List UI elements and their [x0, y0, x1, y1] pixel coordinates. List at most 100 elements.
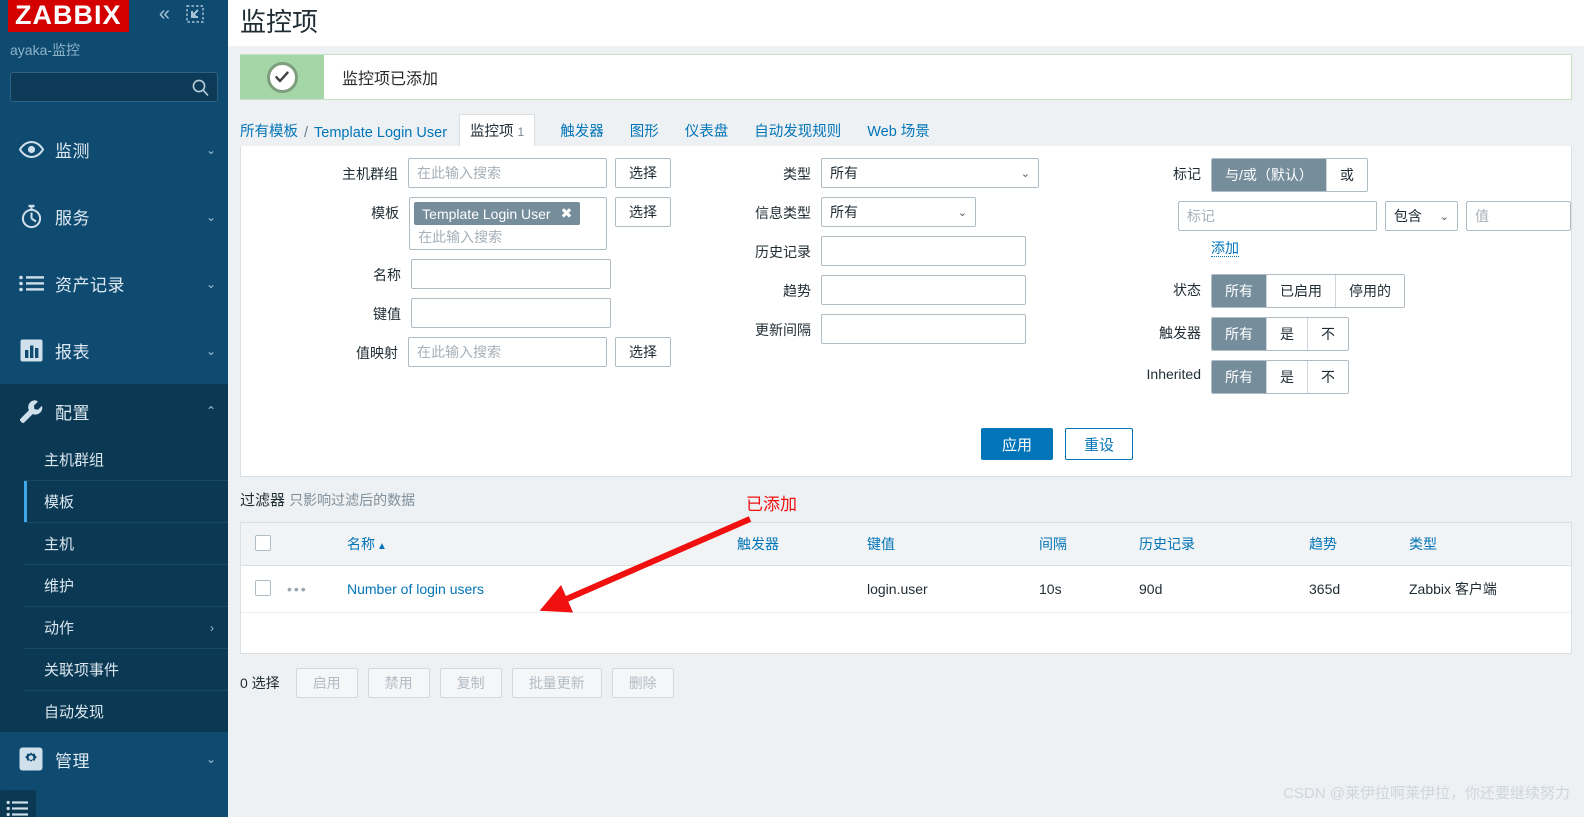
item-name-link[interactable]: Number of login users	[347, 581, 484, 597]
sidebar-item-label: 配置	[55, 403, 90, 423]
tag-condition-select[interactable]: 包含 ⌄	[1384, 201, 1458, 231]
trends-input[interactable]	[821, 275, 1026, 305]
column-name[interactable]: 名称 ▲	[347, 523, 737, 566]
chevron-double-left-icon[interactable]: «	[159, 4, 170, 24]
tab-dashboards[interactable]: 仪表盘	[672, 115, 742, 146]
triggers-option-yes[interactable]: 是	[1266, 318, 1307, 350]
message-text: 监控项已添加	[342, 71, 439, 88]
sidebar-subitem-hosts[interactable]: 主机	[24, 522, 228, 564]
key-input[interactable]	[411, 298, 611, 328]
disable-button[interactable]: 禁用	[367, 668, 430, 698]
tab-triggers[interactable]: 触发器	[547, 115, 617, 146]
mass-update-button[interactable]: 批量更新	[511, 668, 602, 698]
chevron-right-icon: ›	[210, 620, 214, 635]
breadcrumb-tabs: 所有模板 / Template Login User 监控项 1 触发器 图形 仪…	[228, 100, 1584, 147]
selected-count-label: 0 选择	[240, 675, 280, 691]
state-option-all[interactable]: 所有	[1212, 275, 1266, 307]
inherited-option-yes[interactable]: 是	[1266, 361, 1307, 393]
sidebar-header: ZABBIX «	[0, 0, 228, 38]
sidebar-subitem-actions[interactable]: 动作 ›	[24, 606, 228, 648]
inherited-group[interactable]: 所有 是 不	[1211, 360, 1349, 394]
triggers-option-no[interactable]: 不	[1307, 318, 1348, 350]
copy-button[interactable]: 复制	[439, 668, 502, 698]
search-input[interactable]	[11, 73, 217, 101]
info-type-select-value: 所有	[830, 204, 858, 220]
tab-discovery-rules[interactable]: 自动发现规则	[741, 115, 854, 146]
filter-column-left: 主机群组 选择 模板 Template Login User ✖ 选择	[241, 158, 671, 376]
sidebar-item-reports[interactable]: 报表 ⌄	[0, 317, 228, 384]
filter-note-rest: 只影响过滤后的数据	[289, 492, 416, 508]
state-option-disabled[interactable]: 停用的	[1335, 275, 1404, 307]
column-name-label: 名称	[347, 536, 375, 552]
tag-name-input[interactable]	[1177, 201, 1377, 231]
value-map-select-button[interactable]: 选择	[615, 337, 671, 367]
sidebar-subitem-discovery[interactable]: 自动发现	[24, 690, 228, 732]
triggers-group[interactable]: 所有 是 不	[1211, 317, 1349, 351]
history-input[interactable]	[821, 236, 1026, 266]
info-type-select[interactable]: 所有 ⌄	[821, 197, 976, 227]
tag-value-input[interactable]	[1466, 201, 1571, 231]
delete-button[interactable]: 删除	[611, 668, 674, 698]
host-group-select-button[interactable]: 选择	[615, 158, 671, 188]
table-bottom-space	[241, 613, 1571, 653]
stopwatch-icon	[7, 204, 55, 229]
column-key[interactable]: 键值	[867, 523, 1039, 566]
column-interval[interactable]: 间隔	[1039, 523, 1139, 566]
column-trends[interactable]: 趋势	[1309, 523, 1409, 566]
filter-label-tags: 标记	[1173, 166, 1201, 182]
update-interval-input[interactable]	[821, 314, 1026, 344]
add-tag-link[interactable]: 添加	[1211, 240, 1239, 257]
tags-operator-or[interactable]: 或	[1325, 159, 1367, 191]
host-group-input[interactable]	[408, 158, 607, 188]
template-search-input[interactable]	[414, 225, 602, 247]
message-icon-cell	[240, 55, 324, 99]
tags-operator-group[interactable]: 与/或（默认） 或	[1211, 158, 1368, 192]
sidebar-item-services[interactable]: 服务 ⌄	[0, 183, 228, 250]
sidebar-subitem-templates[interactable]: 模板	[24, 480, 228, 522]
sidebar-subitem-label: 模板	[44, 494, 75, 511]
sidebar-list-toggle-wrap	[0, 786, 228, 817]
row-checkbox[interactable]	[255, 579, 271, 596]
column-type[interactable]: 类型	[1409, 523, 1571, 566]
items-table-head: 名称 ▲ 触发器 键值 间隔 历史记录 趋势 类型	[241, 523, 1571, 566]
enable-button[interactable]: 启用	[295, 668, 358, 698]
state-group[interactable]: 所有 已启用 停用的	[1211, 274, 1405, 308]
state-option-enabled[interactable]: 已启用	[1266, 275, 1335, 307]
filter-column-middle: 类型 所有 ⌄ 信息类型 所有 ⌄ 历史记录 趋势 更新间隔	[721, 158, 1141, 353]
template-select-button[interactable]: 选择	[615, 197, 671, 227]
tab-items-current[interactable]: 监控项 1	[459, 114, 536, 147]
apply-button[interactable]: 应用	[981, 428, 1054, 460]
triggers-option-all[interactable]: 所有	[1212, 318, 1266, 350]
select-all-checkbox[interactable]	[255, 534, 271, 551]
sidebar-item-monitoring[interactable]: 监测 ⌄	[0, 116, 228, 183]
type-select[interactable]: 所有 ⌄	[821, 158, 1039, 188]
close-icon[interactable]: ✖	[561, 205, 573, 222]
sidebar-item-configuration[interactable]: 配置 ⌃	[0, 384, 228, 438]
value-map-input[interactable]	[408, 337, 607, 367]
breadcrumb-all-templates[interactable]: 所有模板	[240, 115, 298, 146]
inherited-option-no[interactable]: 不	[1307, 361, 1348, 393]
template-multiselect[interactable]: Template Login User ✖	[409, 197, 607, 250]
sidebar-item-administration[interactable]: 管理 ⌄	[0, 732, 228, 786]
name-input[interactable]	[411, 259, 611, 289]
tags-operator-andor[interactable]: 与/或（默认）	[1212, 159, 1326, 191]
search-box[interactable]	[10, 72, 218, 102]
inherited-option-all[interactable]: 所有	[1212, 361, 1266, 393]
list-toggle-icon[interactable]	[0, 790, 36, 817]
column-history[interactable]: 历史记录	[1139, 523, 1309, 566]
tab-web-scenarios[interactable]: Web 场景	[854, 115, 943, 146]
sidebar-subitem-event-correlation[interactable]: 关联项事件	[24, 648, 228, 690]
collapse-panel-icon[interactable]	[186, 5, 204, 23]
row-context-menu-icon[interactable]: •••	[287, 581, 308, 597]
sidebar-subitem-maintenance[interactable]: 维护	[24, 564, 228, 606]
filter-label-key: 键值	[373, 306, 401, 322]
filter-row-triggers: 触发器 所有 是 不	[1121, 317, 1571, 351]
sidebar-subitem-host-groups[interactable]: 主机群组	[24, 438, 228, 480]
filter-label-history: 历史记录	[755, 244, 811, 260]
filter-note: 过滤器 只影响过滤后的数据	[228, 477, 1584, 510]
reset-button[interactable]: 重设	[1065, 428, 1134, 460]
tab-graphs[interactable]: 图形	[617, 115, 672, 146]
breadcrumb-template-name[interactable]: Template Login User	[314, 120, 447, 146]
sidebar-item-inventory[interactable]: 资产记录 ⌄	[0, 250, 228, 317]
column-triggers[interactable]: 触发器	[737, 523, 867, 566]
